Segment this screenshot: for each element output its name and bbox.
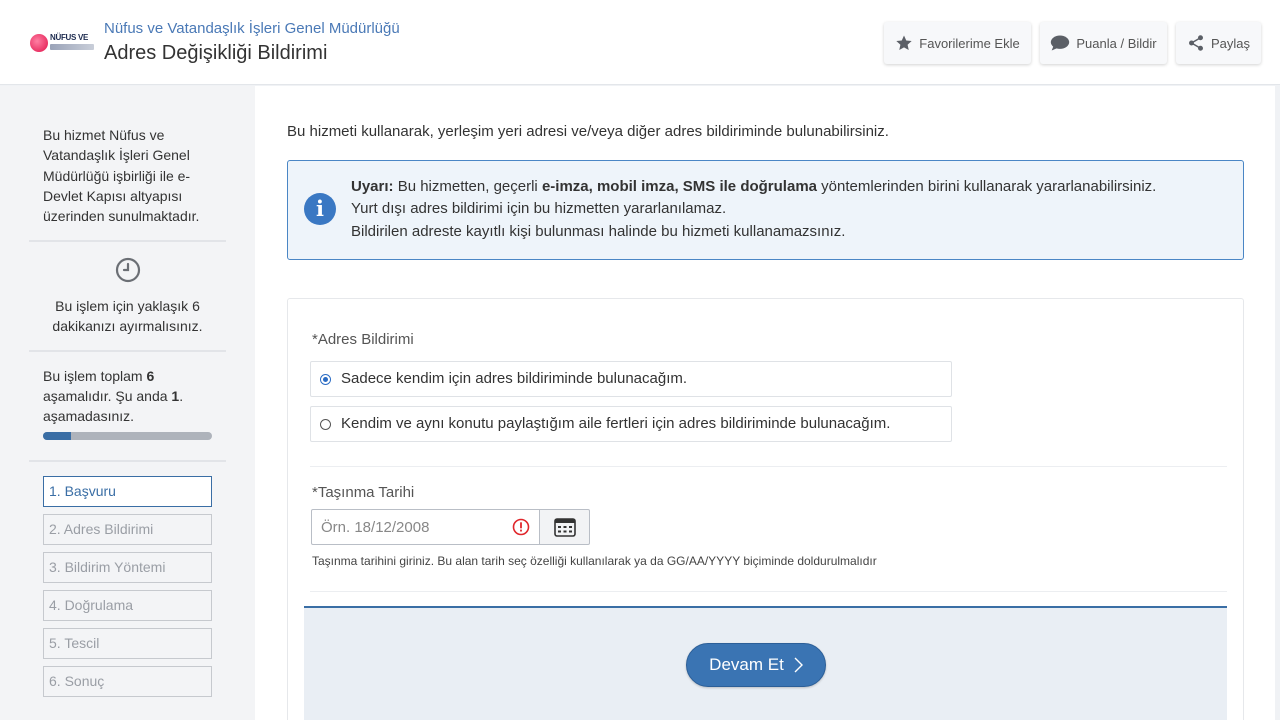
nvi-logo[interactable]: NÜFUS VE	[30, 31, 94, 55]
clock-icon	[115, 257, 141, 283]
speech-bubble-icon	[1051, 35, 1070, 51]
radio-label-self[interactable]: Sadece kendim için adres bildiriminde bu…	[341, 370, 687, 387]
info-icon: i	[304, 193, 336, 225]
radio-option-self[interactable]: Sadece kendim için adres bildiriminde bu…	[310, 361, 952, 397]
step-sonuc: 6. Sonuç	[43, 666, 212, 697]
add-to-favorites-label: Favorilerime Ekle	[919, 35, 1020, 51]
estimated-time-text: Bu işlem için yaklaşık 6 dakikanızı ayır…	[52, 298, 203, 335]
alert-label: Uyarı:	[351, 178, 394, 195]
header: NÜFUS VE Nüfus ve Vatandaşlık İşleri Gen…	[0, 0, 1280, 85]
organization-name[interactable]: Nüfus ve Vatandaşlık İşleri Genel Müdürl…	[104, 20, 400, 37]
page-title: Adres Değişikliği Bildirimi	[104, 42, 328, 64]
moving-date-input[interactable]	[311, 509, 540, 545]
share-icon	[1189, 35, 1203, 51]
continue-label: Devam Et	[709, 655, 784, 674]
alert-line-2: Yurt dışı adres bildirimi için bu hizmet…	[351, 200, 727, 217]
step-adres-bildirimi: 2. Adres Bildirimi	[43, 514, 212, 545]
step-basvuru[interactable]: 1. Başvuru	[43, 476, 212, 507]
error-icon	[512, 518, 530, 536]
rate-report-button[interactable]: Puanla / Bildir	[1040, 22, 1167, 64]
logo-subtext	[50, 44, 94, 50]
alert-line-3: Bildirilen adreste kayıtlı kişi bulunmas…	[351, 223, 846, 240]
service-description: Bu hizmeti kullanarak, yerleşim yeri adr…	[287, 123, 889, 140]
step-progress-text: Bu işlem toplam 6 aşamalıdır. Şu anda 1.…	[43, 366, 218, 426]
progress-bar-fill	[43, 432, 72, 440]
sidebar-divider	[29, 350, 226, 352]
step-tescil: 5. Tescil	[43, 628, 212, 659]
sidebar-divider	[29, 460, 226, 462]
address-type-label: *Adres Bildirimi	[312, 331, 414, 348]
add-to-favorites-button[interactable]: Favorilerime Ekle	[884, 22, 1031, 64]
alert-methods: e-imza, mobil imza, SMS ile doğrulama	[541, 178, 817, 195]
rate-report-label: Puanla / Bildir	[1076, 35, 1157, 51]
form-divider	[310, 591, 1227, 592]
calendar-icon	[553, 517, 576, 537]
chevron-right-icon	[794, 657, 803, 673]
alert-line-1: Uyarı: Bu hizmetten, geçerli e-imza, mob…	[351, 178, 1156, 195]
alert-text-a: Bu hizmetten, geçerli	[393, 178, 542, 195]
progress-bar	[43, 432, 212, 440]
radio-label-family[interactable]: Kendim ve aynı konutu paylaştığım aile f…	[341, 415, 890, 432]
step-dogrulama: 4. Doğrulama	[43, 590, 212, 621]
radio-button-self[interactable]	[320, 374, 331, 385]
logo-text: NÜFUS VE	[50, 33, 89, 42]
steps-middle: aşamalıdır. Şu anda	[43, 388, 172, 404]
moving-date-hint: Taşınma tarihini giriniz. Bu alan tarih …	[312, 554, 877, 568]
share-button[interactable]: Paylaş	[1176, 22, 1261, 64]
calendar-button[interactable]	[539, 509, 590, 545]
radio-option-family[interactable]: Kendim ve aynı konutu paylaştığım aile f…	[310, 406, 952, 442]
form-divider	[310, 466, 1227, 467]
alert-text-c: yöntemlerinden birini kullanarak yararla…	[817, 178, 1157, 195]
sidebar-divider	[29, 240, 226, 242]
total-steps: 6	[146, 368, 155, 384]
service-provider-text: Bu hizmet Nüfus ve Vatandaşlık İşleri Ge…	[43, 127, 200, 225]
moving-date-label: *Taşınma Tarihi	[312, 484, 415, 501]
steps-prefix: Bu işlem toplam	[43, 368, 147, 384]
share-label: Paylaş	[1210, 35, 1251, 51]
step-bildirim-yontemi: 3. Bildirim Yöntemi	[43, 552, 212, 583]
logo-mark-icon	[30, 34, 48, 52]
star-icon	[896, 35, 912, 51]
radio-button-family[interactable]	[320, 419, 331, 430]
continue-button[interactable]: Devam Et	[686, 643, 826, 687]
